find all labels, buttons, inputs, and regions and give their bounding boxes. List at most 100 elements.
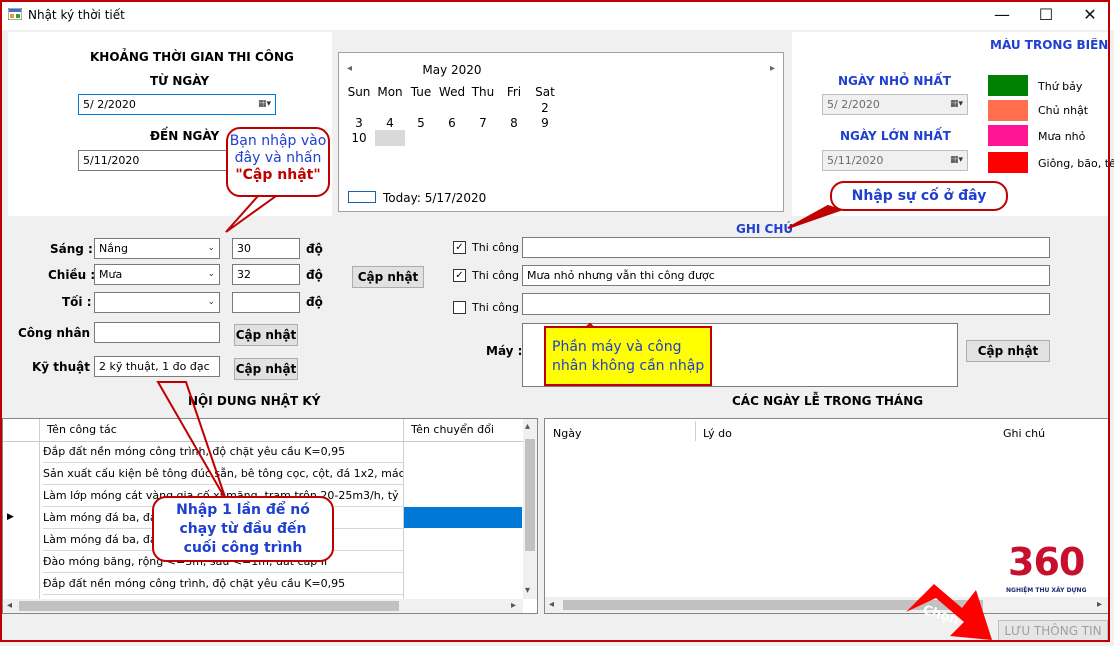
scroll-left-icon[interactable]: ◂: [7, 600, 12, 611]
note-checkbox-1[interactable]: ✓: [453, 241, 466, 254]
horizontal-scrollbar[interactable]: ◂ ▸: [545, 597, 1109, 613]
table-row[interactable]: Đắp đất nền móng công trình, độ chặt yêu…: [43, 441, 403, 463]
note-label-3: Thi công: [472, 301, 519, 314]
scroll-right-icon[interactable]: ▸: [1097, 599, 1102, 610]
calendar-weekday: Mon: [377, 85, 403, 99]
maximize-button[interactable]: ☐: [1026, 4, 1066, 26]
afternoon-weather-value: Mưa: [99, 268, 123, 281]
today-marker-icon: [348, 191, 376, 203]
column-divider: [695, 421, 696, 441]
to-date-label: ĐẾN NGÀY: [150, 129, 220, 143]
calendar-day[interactable]: 8: [499, 116, 529, 130]
tech-label: Kỹ thuật :: [32, 360, 99, 374]
calendar-day[interactable]: 10: [344, 131, 374, 145]
calendar-day[interactable]: 4: [375, 116, 405, 130]
min-date-picker[interactable]: 5/ 2/2020 ▦▾: [822, 94, 968, 115]
morning-weather-select[interactable]: Nắng ⌄: [94, 238, 220, 259]
afternoon-unit: độ: [306, 268, 323, 282]
weather-update-button[interactable]: Cập nhật: [352, 266, 424, 288]
morning-temp-input[interactable]: 30: [232, 238, 300, 259]
afternoon-temp-input[interactable]: 32: [232, 264, 300, 285]
note-input-1[interactable]: [522, 237, 1050, 258]
column-divider: [39, 419, 40, 599]
min-date-label: NGÀY NHỎ NHẤT: [838, 74, 951, 88]
note-label-1: Thi công: [472, 241, 519, 254]
selected-day-highlight: [375, 130, 405, 146]
calendar-day[interactable]: 3: [344, 116, 374, 130]
horizontal-scrollbar[interactable]: ◂ ▸: [3, 599, 523, 613]
month-calendar[interactable]: ◂ ▸ May 2020 Sun Mon Tue Wed Thu Fri Sat 2 3 4 5 6 7…: [338, 52, 784, 212]
evening-weather-select[interactable]: ⌄: [94, 292, 220, 313]
scrollbar-thumb[interactable]: [563, 600, 983, 610]
tech-update-button[interactable]: Cập nhật: [234, 358, 298, 380]
current-row-icon: ▶: [7, 512, 14, 522]
holidays-grid[interactable]: Ngày Lý do Ghi chú ◂ ▸: [544, 418, 1110, 614]
calendar-day[interactable]: 5: [406, 116, 436, 130]
callout-text: Phần máy và công: [552, 339, 682, 355]
callout-text: đây và nhấn: [234, 150, 322, 166]
title-bar: Nhật ký thời tiết — ☐ ✕: [0, 0, 1114, 30]
max-date-value: 5/11/2020: [827, 154, 884, 167]
min-date-value: 5/ 2/2020: [827, 98, 880, 111]
close-button[interactable]: ✕: [1070, 4, 1110, 26]
to-date-value: 5/11/2020: [83, 154, 140, 167]
selected-cell[interactable]: [404, 507, 522, 528]
morning-label: Sáng :: [50, 242, 93, 256]
scroll-up-icon[interactable]: ▴: [525, 421, 530, 432]
note-input-3[interactable]: [522, 293, 1050, 315]
callout-incident: Nhập sự cố ở đây: [830, 181, 1008, 211]
calendar-month[interactable]: May 2020: [339, 63, 565, 77]
holiday-col-date[interactable]: Ngày: [553, 427, 581, 440]
evening-temp-input[interactable]: [232, 292, 300, 313]
legend-swatch-sunday: [988, 100, 1028, 121]
calendar-today[interactable]: Today: 5/17/2020: [383, 191, 486, 205]
scrollbar-thumb[interactable]: [19, 601, 399, 611]
minimize-button[interactable]: —: [982, 4, 1022, 26]
logo-subtitle: NGHIỆM THU XÂY DỰNG: [1006, 587, 1087, 594]
callout-text: "Cập nhật": [235, 167, 321, 183]
scroll-right-icon[interactable]: ▸: [511, 600, 516, 611]
note-checkbox-2[interactable]: ✓: [453, 269, 466, 282]
tech-input[interactable]: 2 kỹ thuật, 1 đo đạc: [94, 356, 220, 377]
app-icon: [7, 7, 23, 21]
legend-title: MÀU TRONG BIỂN BẢ: [990, 38, 1112, 52]
holiday-col-reason[interactable]: Lý do: [703, 427, 732, 440]
calendar-weekday: Thu: [471, 85, 495, 99]
max-date-picker[interactable]: 5/11/2020 ▦▾: [822, 150, 968, 171]
from-date-picker[interactable]: 5/ 2/2020 ▦▾: [78, 94, 276, 115]
legend-label-light-rain: Mưa nhỏ: [1038, 130, 1086, 143]
callout-enter-update: Bạn nhập vào đây và nhấn "Cập nhật": [226, 127, 330, 197]
save-button[interactable]: LƯU THÔNG TIN: [998, 620, 1108, 642]
calendar-day[interactable]: 7: [468, 116, 498, 130]
diary-heading: NỘI DUNG NHẬT KÝ: [188, 394, 321, 408]
note-input-2[interactable]: Mưa nhỏ nhưng vẫn thi công được: [522, 265, 1050, 286]
afternoon-weather-select[interactable]: Mưa ⌄: [94, 264, 220, 285]
legend-swatch-storm: [988, 152, 1028, 173]
calendar-weekday: Tue: [410, 85, 432, 99]
scroll-left-icon[interactable]: ◂: [549, 599, 554, 610]
note-label-2: Thi công: [472, 269, 519, 282]
notes-heading: GHI CHÚ: [736, 222, 794, 236]
scroll-down-icon[interactable]: ▾: [525, 585, 530, 596]
workers-label: Công nhân :: [18, 326, 100, 340]
calendar-day[interactable]: 6: [437, 116, 467, 130]
callout-once: Nhập 1 lần để nó chạy từ đầu đến cuối cô…: [152, 496, 334, 562]
calendar-weekday: Sun: [347, 85, 371, 99]
note-checkbox-3[interactable]: [453, 301, 466, 314]
period-heading: KHOẢNG THỜI GIAN THI CÔNG: [90, 50, 294, 64]
table-row[interactable]: Sản xuất cấu kiện bê tông đúc sẵn, bê tô…: [43, 463, 403, 485]
diary-col-converted[interactable]: Tên chuyển đổi: [411, 423, 494, 436]
diary-col-task[interactable]: Tên công tác: [47, 423, 117, 436]
holiday-col-note[interactable]: Ghi chú: [1003, 427, 1045, 440]
workers-update-button[interactable]: Cập nhật: [234, 324, 298, 346]
machine-update-button[interactable]: Cập nhật: [966, 340, 1050, 362]
calendar-day[interactable]: 9: [530, 116, 560, 130]
workers-input[interactable]: [94, 322, 220, 343]
vertical-scrollbar[interactable]: ▴ ▾: [523, 419, 537, 599]
legend-label-sunday: Chủ nhật: [1038, 104, 1089, 117]
scrollbar-thumb[interactable]: [525, 439, 535, 551]
table-row[interactable]: Đắp đất nền móng công trình, độ chặt yêu…: [43, 573, 403, 595]
from-date-value: 5/ 2/2020: [83, 98, 136, 111]
calendar-next-icon[interactable]: ▸: [770, 63, 775, 74]
calendar-day[interactable]: 2: [530, 101, 560, 115]
